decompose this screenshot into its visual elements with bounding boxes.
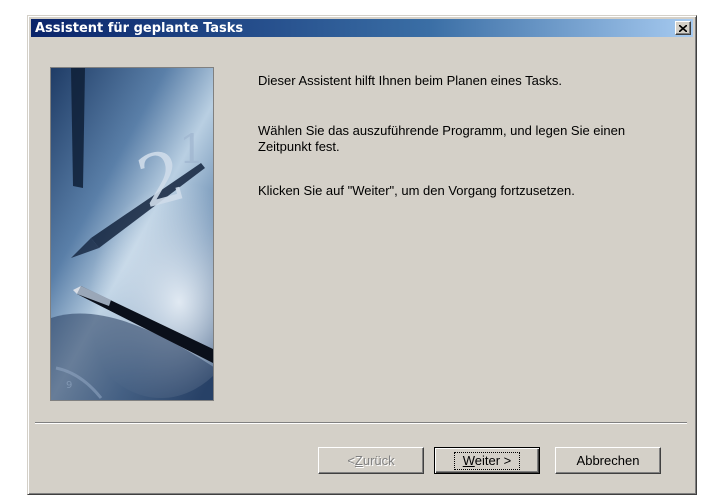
close-icon xyxy=(679,24,687,32)
back-button-prefix: < xyxy=(347,453,355,468)
cancel-button[interactable]: Abbrechen xyxy=(555,447,661,474)
close-button[interactable] xyxy=(675,21,691,35)
wizard-clock-pen-image: 2 1 9 xyxy=(50,67,214,401)
back-button[interactable]: < Zurück xyxy=(318,447,424,474)
intro-text: Dieser Assistent hilft Ihnen beim Planen… xyxy=(258,73,562,88)
next-button-label-rest: eiter > xyxy=(474,452,512,468)
wizard-dialog: Assistent für geplante Tasks 2 1 9 Diese… xyxy=(27,15,697,495)
svg-text:1: 1 xyxy=(179,127,204,173)
back-button-accel: Z xyxy=(354,453,363,468)
instruction-text: Wählen Sie das auszuführende Programm, u… xyxy=(258,123,626,154)
svg-text:9: 9 xyxy=(66,380,72,391)
button-separator xyxy=(35,422,687,424)
next-button-focus-rect: Weiter > xyxy=(453,451,521,470)
window-title: Assistent für geplante Tasks xyxy=(35,20,244,36)
back-button-label-rest: urück xyxy=(362,453,395,468)
next-button-accel: W xyxy=(462,452,475,468)
next-button[interactable]: Weiter > xyxy=(434,447,540,474)
title-bar[interactable]: Assistent für geplante Tasks xyxy=(31,19,693,37)
continue-hint-text: Klicken Sie auf "Weiter", um den Vorgang… xyxy=(258,183,575,198)
